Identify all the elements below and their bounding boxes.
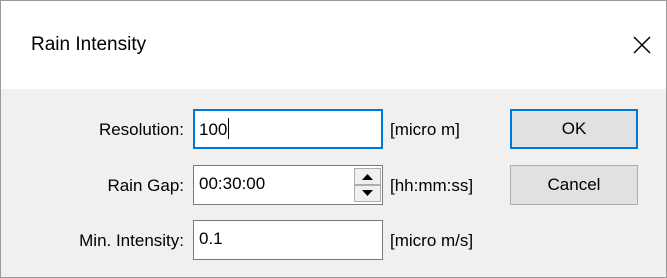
resolution-unit: [micro m] <box>390 120 460 139</box>
resolution-value: 100 <box>199 120 228 139</box>
dialog-title: Rain Intensity <box>31 34 147 55</box>
resolution-label: Resolution: <box>98 120 184 139</box>
text-caret <box>228 118 230 139</box>
rain-gap-value: 00:30:00 <box>199 174 266 193</box>
rain-gap-unit: [hh:mm:ss] <box>390 176 474 195</box>
title-bar: Rain Intensity <box>1 1 666 89</box>
ok-button[interactable]: OK <box>510 109 638 149</box>
close-icon[interactable] <box>628 31 656 59</box>
cancel-button-label: Cancel <box>547 175 601 194</box>
rain-gap-label: Rain Gap: <box>107 176 184 195</box>
min-intensity-value: 0.1 <box>199 229 223 248</box>
ok-button-label: OK <box>561 119 587 138</box>
min-intensity-label: Min. Intensity: <box>79 231 184 250</box>
cancel-button[interactable]: Cancel <box>510 165 638 205</box>
resolution-input[interactable]: 100 <box>193 109 383 149</box>
min-intensity-unit: [micro m/s] <box>390 231 474 250</box>
min-intensity-input[interactable]: 0.1 <box>193 220 383 260</box>
rain-gap-spinner[interactable] <box>354 168 381 202</box>
rain-intensity-dialog: Rain Intensity Resolution: 100 [micro m]… <box>0 0 667 278</box>
